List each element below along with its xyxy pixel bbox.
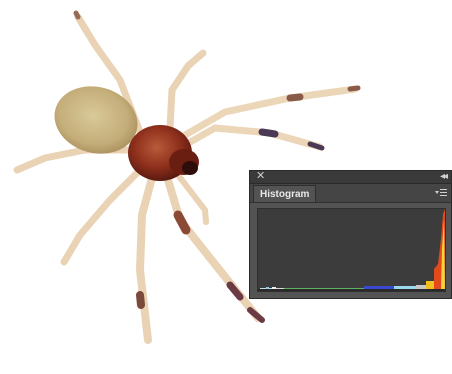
panel-menu-icon[interactable] [435,188,447,197]
panel-titlebar[interactable]: ✕ ◂◂ [250,170,451,184]
tab-histogram[interactable]: Histogram [253,185,317,202]
spider-chelicerae [182,161,198,175]
histogram-yellow-peak [426,281,434,289]
histogram-mid-tones [284,288,364,289]
close-icon[interactable]: ✕ [256,170,265,183]
histogram-blue-channel [364,286,394,289]
histogram-graph [257,208,446,292]
histogram-plot [258,209,445,291]
histogram-panel: ✕ ◂◂ Histogram [249,170,452,299]
collapse-icon[interactable]: ◂◂ [440,170,448,183]
panel-tab-strip: Histogram [250,184,451,203]
